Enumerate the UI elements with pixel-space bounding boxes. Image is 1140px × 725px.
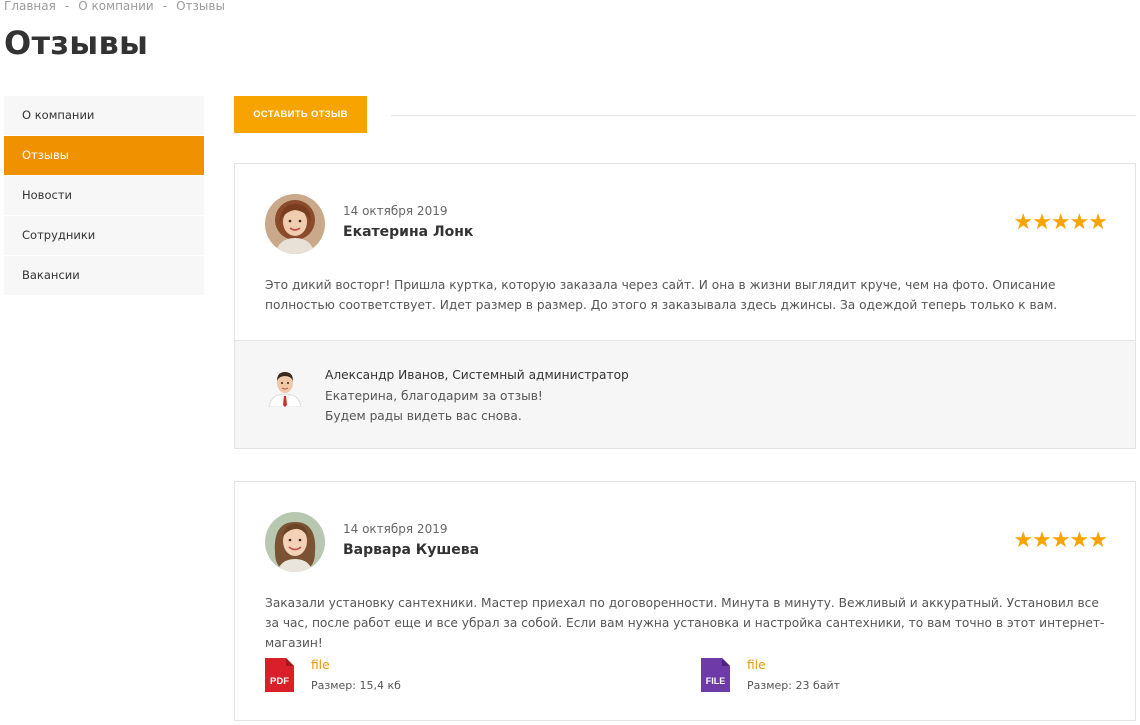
pdf-file-icon: PDF [265,658,294,692]
page-title: Отзывы [4,24,149,62]
star-rating: ★★★★★ [1013,528,1108,553]
sidebar-item-about[interactable]: О компании [4,96,204,135]
breadcrumb-about[interactable]: О компании [78,0,154,13]
breadcrumb-current: Отзывы [176,0,225,13]
review-text: Заказали установку сантехники. Мастер пр… [265,596,1105,650]
breadcrumb-separator: - [64,0,70,13]
answer-text: Екатерина, благодарим за отзыв! [325,389,543,403]
answer-text: Будем рады видеть вас снова. [325,409,522,423]
svg-text:PDF: PDF [270,676,289,687]
reviewer-name: Екатерина Лонк [343,224,474,240]
review-date: 14 октября 2019 [343,204,448,218]
sidebar-item-reviews[interactable]: Отзывы [4,136,204,175]
leave-review-button[interactable]: ОСТАВИТЬ ОТЗЫВ [234,96,367,133]
reviewer-avatar [265,512,325,572]
answer-author: Александр Иванов, Системный администрато… [325,368,629,382]
review-card: 14 октября 2019 Екатерина Лонк ★★★★★ Это… [234,163,1136,449]
svg-text:FILE: FILE [706,676,726,686]
review-answer: Александр Иванов, Системный администрато… [235,340,1135,448]
file-link[interactable]: file [747,658,766,672]
sidebar-item-news[interactable]: Новости [4,176,204,215]
sidebar-item-vacancies[interactable]: Вакансии [4,256,204,295]
breadcrumb: Главная - О компании - Отзывы [4,0,225,13]
file-link[interactable]: file [311,658,330,672]
file-size: Размер: 15,4 кб [311,679,401,692]
review-text: Это дикий восторг! Пришла куртка, котору… [265,278,1058,312]
file-size: Размер: 23 байт [747,679,841,692]
review-card: 14 октября 2019 Варвара Кушева ★★★★★ Зак… [234,481,1136,721]
sidebar: О компании Отзывы Новости Сотрудники Вак… [4,96,204,296]
star-rating: ★★★★★ [1013,210,1108,235]
sidebar-item-staff[interactable]: Сотрудники [4,216,204,255]
divider [391,115,1136,116]
reviewer-avatar [265,194,325,254]
reviewer-name: Варвара Кушева [343,542,480,558]
breadcrumb-home[interactable]: Главная [4,0,56,13]
admin-avatar [267,367,303,408]
review-date: 14 октября 2019 [343,522,448,536]
generic-file-icon: FILE [701,658,730,692]
breadcrumb-separator: - [162,0,168,13]
